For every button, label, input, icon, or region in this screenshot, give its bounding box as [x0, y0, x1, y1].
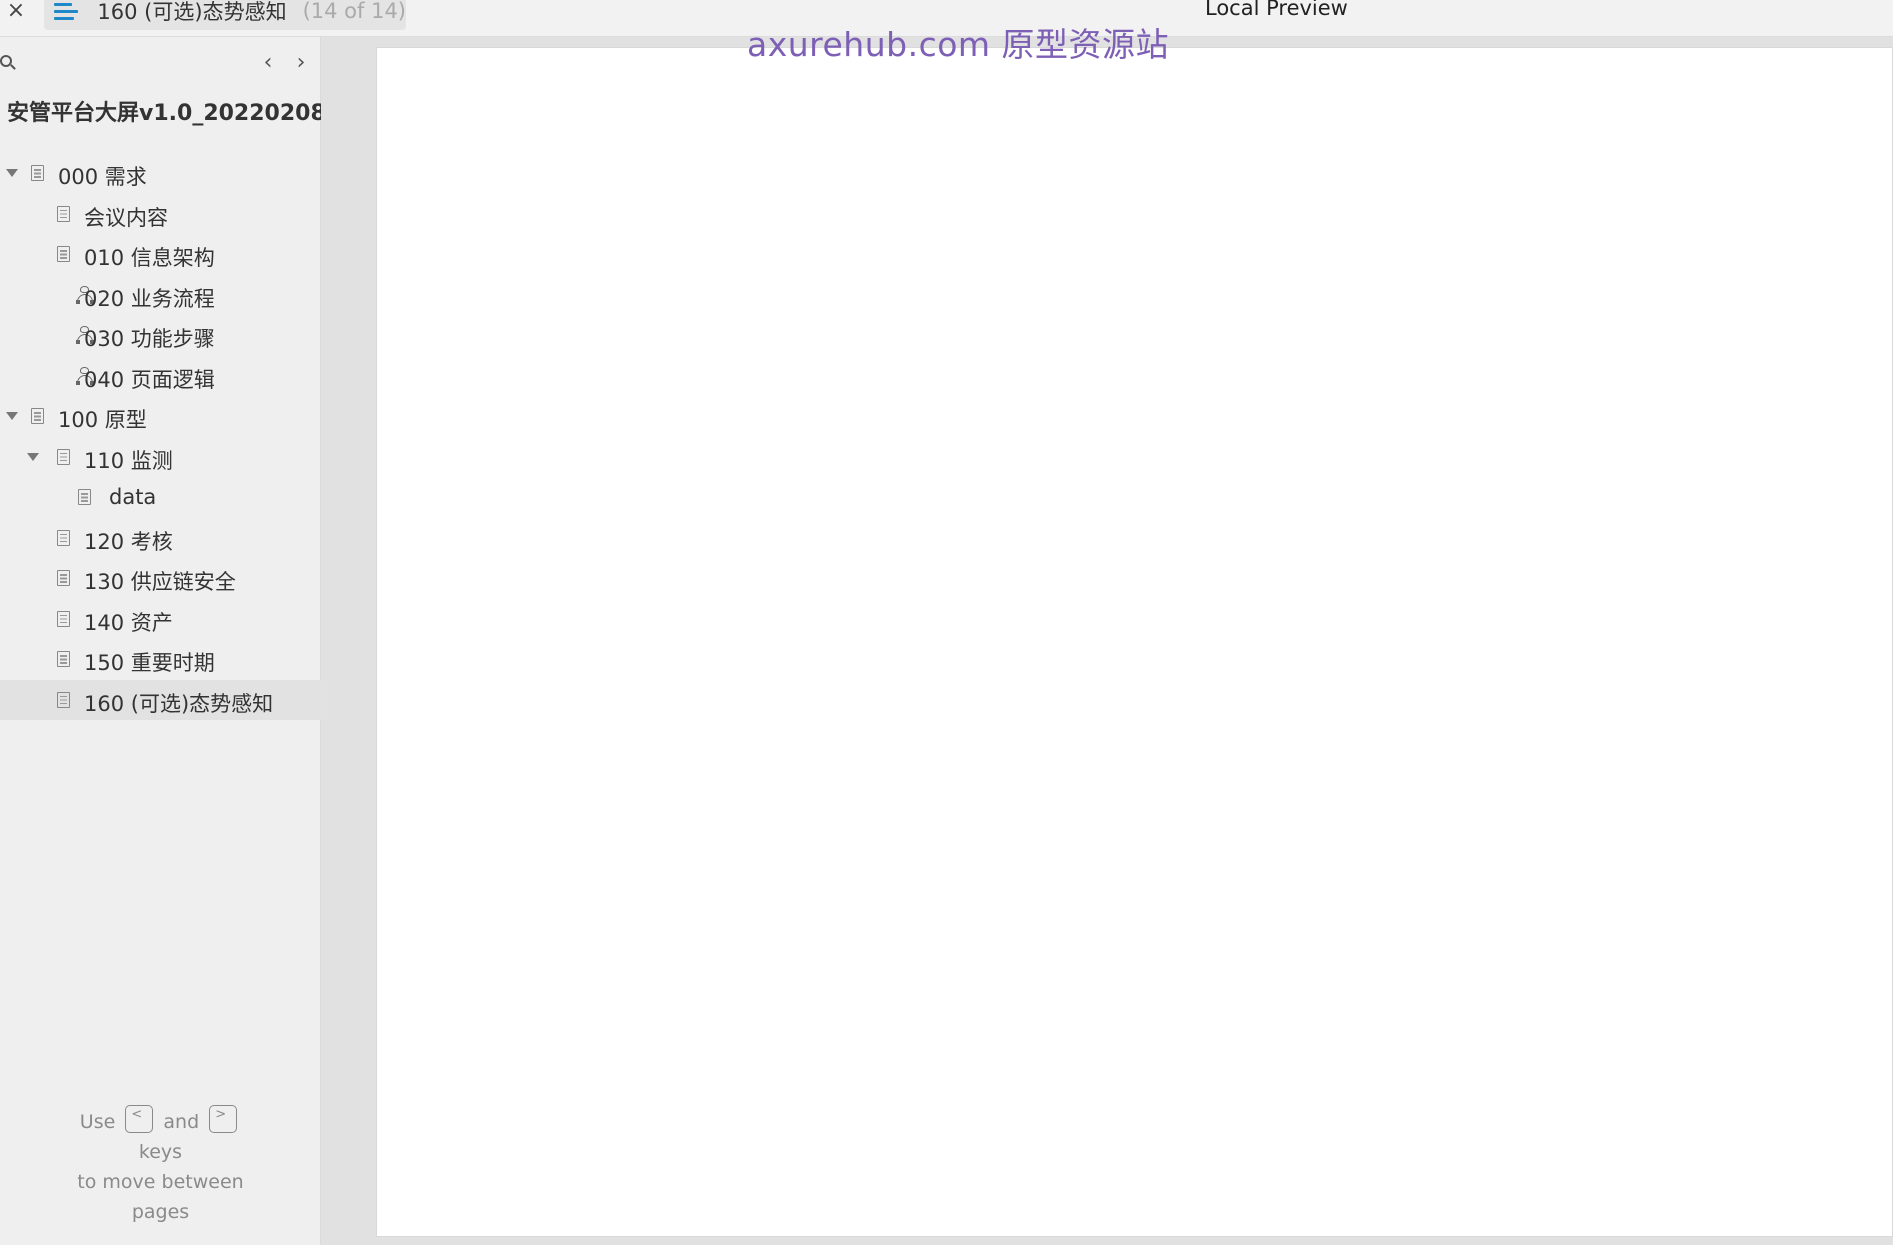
canvas-page: [376, 47, 1893, 1237]
hint-and: and: [163, 1111, 200, 1133]
tree-item-label: 130 供应链安全: [84, 570, 236, 594]
hint-use: Use: [79, 1111, 116, 1133]
tree-item-label: 150 重要时期: [84, 651, 215, 675]
watermark: axurehub.com 原型资源站: [747, 25, 1170, 64]
tree-item[interactable]: 100 原型: [0, 396, 321, 437]
hint-line2: to move between: [77, 1171, 244, 1193]
page-icon: [57, 205, 70, 222]
tree-item-label: 030 功能步骤: [84, 327, 215, 351]
sidebar-toolbar: ‹ ›: [0, 49, 321, 85]
tree-item[interactable]: data: [0, 477, 321, 518]
page-count: (14 of 14): [302, 0, 406, 23]
tree-item[interactable]: 会议内容: [0, 194, 321, 235]
canvas-area: [321, 37, 1893, 1245]
tree-item[interactable]: 000 需求: [0, 153, 321, 194]
page-icon: [78, 489, 91, 505]
expand-caret-icon[interactable]: [6, 169, 18, 177]
sidebar: ‹ › 安管平台大屏v1.0_20220208 000 需求会议内容 010 信息…: [0, 37, 326, 1245]
current-page-tab[interactable]: 160 (可选)态势感知 (14 of 14): [44, 0, 406, 30]
left-key-icon: <: [125, 1104, 154, 1133]
hint-line3: pages: [131, 1201, 190, 1223]
tree-item[interactable]: 010 信息架构: [0, 234, 321, 275]
tree-item[interactable]: 130 供应链安全: [0, 558, 321, 599]
page-tree: 000 需求会议内容 010 信息架构 020 业务流程 030 功能步骤 040 页面…: [0, 153, 321, 720]
next-page-button[interactable]: ›: [291, 51, 311, 75]
hint-keys: keys: [138, 1141, 183, 1163]
tree-item[interactable]: 160 (可选)态势感知: [0, 679, 321, 720]
tree-item[interactable]: 120 考核: [0, 518, 321, 559]
tree-item-label: 140 资产: [84, 610, 173, 635]
tree-item[interactable]: 140 资产: [0, 599, 321, 640]
tree-item[interactable]: 110 监测: [0, 437, 321, 478]
tree-item-label: 160 (可选)态势感知: [84, 691, 274, 716]
tree-item-label: 000 需求: [58, 165, 147, 189]
tree-item-label: 120 考核: [84, 529, 173, 554]
current-page-title: 160 (可选)态势感知: [97, 0, 287, 24]
page-icon: [57, 610, 70, 627]
tree-item[interactable]: 040 页面逻辑: [0, 356, 321, 397]
close-button[interactable]: ×: [4, 0, 28, 26]
tree-item[interactable]: 150 重要时期: [0, 639, 321, 680]
page-icon: [57, 448, 70, 465]
page-icon: [57, 691, 70, 708]
search-icon[interactable]: [0, 55, 16, 71]
right-key-icon: >: [209, 1104, 238, 1133]
tree-item-label: 010 信息架构: [84, 246, 215, 270]
page-icon: [57, 246, 70, 262]
tree-item-label: data: [109, 485, 157, 509]
page-icon: [31, 165, 44, 181]
page-icon: [31, 408, 44, 424]
previous-page-button[interactable]: ‹: [258, 51, 278, 75]
tree-item-label: 110 监测: [84, 448, 173, 473]
preview-label: Local Preview: [1205, 0, 1348, 20]
tree-item-label: 100 原型: [58, 408, 147, 432]
tree-item[interactable]: 030 功能步骤: [0, 315, 321, 356]
tree-item-label: 040 页面逻辑: [84, 367, 215, 392]
page-icon: [57, 529, 70, 546]
expand-caret-icon[interactable]: [27, 452, 39, 461]
expand-caret-icon[interactable]: [6, 412, 18, 420]
project-title: 安管平台大屏v1.0_20220208: [7, 101, 326, 126]
page-icon: [57, 570, 70, 586]
tree-item[interactable]: 020 业务流程: [0, 275, 321, 316]
tree-item-label: 会议内容: [84, 205, 168, 230]
hamburger-menu-icon[interactable]: [54, 1, 78, 23]
keyboard-hint: Use < and > keys to move between pages: [0, 1104, 321, 1227]
page-icon: [57, 651, 70, 667]
tree-item-label: 020 业务流程: [84, 286, 215, 311]
